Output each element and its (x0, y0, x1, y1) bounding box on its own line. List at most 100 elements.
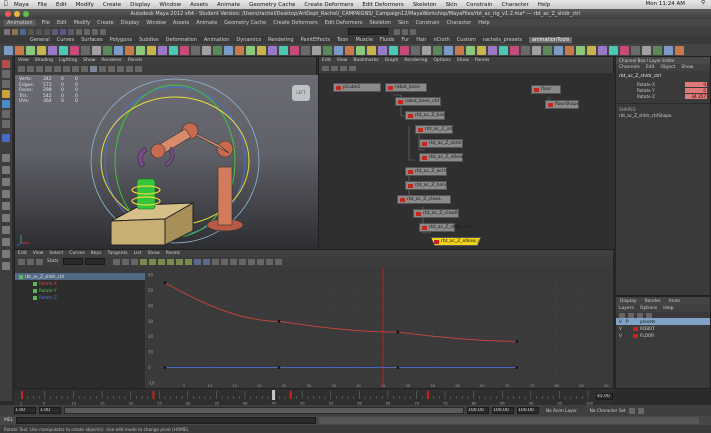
robot-upright[interactable] (217, 166, 233, 226)
shelf-tool-icon[interactable] (455, 45, 464, 55)
end-time-field[interactable] (492, 407, 514, 414)
keyframe[interactable] (277, 320, 281, 323)
shelf-tool-icon[interactable] (598, 45, 607, 55)
shelf-tool-icon[interactable] (180, 45, 189, 55)
move-layer-up-icon[interactable] (619, 312, 625, 318)
close-window-button[interactable] (5, 11, 11, 17)
shelf-tool-icon[interactable] (158, 45, 167, 55)
end-time-field-2[interactable] (517, 407, 539, 414)
viewport-menu-item[interactable]: Lighting (59, 58, 77, 63)
mel-label[interactable]: MEL (4, 418, 13, 423)
shelf-tool-icon[interactable] (532, 45, 541, 55)
wireframe-icon[interactable] (81, 66, 88, 72)
outliner-item[interactable]: Rotate Y (15, 287, 145, 294)
maya-menu-item[interactable]: Assets (173, 20, 189, 26)
plateau-tangent-icon[interactable] (184, 258, 192, 265)
hypergraph-node[interactable]: robot_base_ctrl (395, 97, 441, 106)
shelf-tool-icon[interactable] (191, 45, 200, 55)
show-attribute-editor-icon[interactable] (394, 28, 400, 35)
maya-menu-item[interactable]: Create (97, 20, 114, 26)
mac-menu-item[interactable]: Constrain (466, 2, 492, 8)
crate-front[interactable] (110, 218, 166, 246)
layer-name[interactable]: FLOOR (640, 333, 654, 338)
layer-color-swatch[interactable] (633, 333, 638, 338)
key-tick[interactable] (152, 391, 155, 399)
shelf-tool-icon[interactable] (312, 45, 321, 55)
custom-layout-icon[interactable] (2, 238, 10, 246)
shelf-tool-icon[interactable] (279, 45, 288, 55)
hypergraph-node[interactable]: rbt_ac_Z_jnt1 (415, 125, 455, 134)
robot-claw-left[interactable] (137, 146, 148, 168)
mac-menu-item[interactable]: Edit (56, 2, 67, 8)
mac-menu-item[interactable]: Modify (76, 2, 94, 8)
shelf-tool-icon[interactable] (136, 45, 145, 55)
select-hierarchy-icon[interactable] (28, 28, 34, 35)
select-tool-icon[interactable] (2, 60, 10, 68)
maya-menu-item[interactable]: Skeleton (369, 20, 391, 26)
maya-menu-item[interactable]: Modify (74, 20, 91, 26)
step-tangent-icon[interactable] (175, 258, 183, 265)
isolate-select-icon[interactable] (135, 66, 142, 72)
shelf-tab[interactable]: Polygons (110, 37, 132, 43)
rotate-tool-icon[interactable] (2, 100, 10, 108)
viewport-menu-item[interactable]: Renderer (101, 58, 122, 63)
key-tick[interactable] (426, 391, 429, 399)
shelf-tool-icon[interactable] (576, 45, 585, 55)
shelf-tool-icon[interactable] (301, 45, 310, 55)
free-weight-icon[interactable] (229, 258, 237, 265)
layer-menu-item[interactable]: Layers (619, 306, 634, 311)
flat-tangent-icon[interactable] (166, 258, 174, 265)
snap-curve-icon[interactable] (60, 28, 66, 35)
move-keys-icon[interactable] (18, 258, 25, 265)
persp-graph-layout-icon[interactable] (2, 190, 10, 198)
curve-visibility-icon[interactable] (33, 281, 37, 286)
shelf-tab[interactable]: Animation (204, 37, 230, 43)
buffer-curve-icon[interactable] (193, 258, 201, 265)
hypergraph-node[interactable]: floorShape (545, 100, 579, 109)
shelf-tab[interactable]: nCloth (434, 37, 450, 43)
hypergraph-node[interactable]: rbt_ac_Z_shldr (419, 139, 463, 148)
image-plane-icon[interactable] (45, 66, 52, 72)
hypergraph-node[interactable]: rbt_ac_Z_shldr_ctrl (419, 223, 471, 232)
trax-editor-icon[interactable] (274, 258, 282, 265)
paint-select-tool-icon[interactable] (2, 80, 10, 88)
hypergraph-menu-item[interactable]: Graph (385, 58, 399, 63)
character-set-dropdown[interactable]: No Character Set (590, 408, 626, 413)
command-input[interactable] (16, 417, 317, 424)
snap-grid-icon[interactable] (52, 28, 58, 35)
mac-menu-item[interactable]: Geometry Cache (249, 2, 295, 8)
shelf-tool-icon[interactable] (675, 45, 684, 55)
curve-visibility-icon[interactable] (33, 295, 37, 300)
shelf-tool-icon[interactable] (26, 45, 35, 55)
shelf-tool-icon[interactable] (125, 45, 134, 55)
shelf-tool-icon[interactable] (37, 45, 46, 55)
last-tool-icon[interactable] (2, 134, 10, 142)
shelf-tool-icon[interactable] (543, 45, 552, 55)
keyframe[interactable] (163, 281, 167, 284)
graph-editor-menu-item[interactable]: Tangents (107, 251, 127, 256)
render-icon[interactable] (84, 28, 90, 35)
maya-menu-item[interactable]: Constrain (416, 20, 440, 26)
curve-visibility-icon[interactable] (19, 274, 23, 279)
shadows-icon[interactable] (117, 66, 124, 72)
playback-start-field[interactable] (39, 407, 61, 414)
shelf-tool-icon[interactable] (367, 45, 376, 55)
minimize-window-button[interactable] (14, 11, 20, 17)
shelf-tab[interactable]: Toon (337, 37, 349, 43)
scene-layout-icon[interactable] (2, 262, 10, 270)
layer-name[interactable]: presets (640, 319, 655, 324)
key-time-field[interactable] (62, 258, 83, 265)
channel-value[interactable]: 34.357 (685, 93, 707, 99)
hypergraph-menu-item[interactable]: Bookmarks (353, 58, 378, 63)
smooth-shade-icon[interactable] (90, 66, 97, 72)
channel-value[interactable]: 0 (685, 81, 707, 87)
render-settings-icon[interactable] (100, 28, 106, 35)
shelf-tool-icon[interactable] (246, 45, 255, 55)
shelf-tool-icon[interactable] (620, 45, 629, 55)
layer-row[interactable]: V FLOOR (616, 332, 710, 339)
shelf-tool-icon[interactable] (235, 45, 244, 55)
shelf-tool-icon[interactable] (433, 45, 442, 55)
mac-menu-item[interactable]: Skeleton (413, 2, 437, 8)
shelf-tab[interactable]: Deformation (166, 37, 197, 43)
key-tick[interactable] (289, 391, 292, 399)
